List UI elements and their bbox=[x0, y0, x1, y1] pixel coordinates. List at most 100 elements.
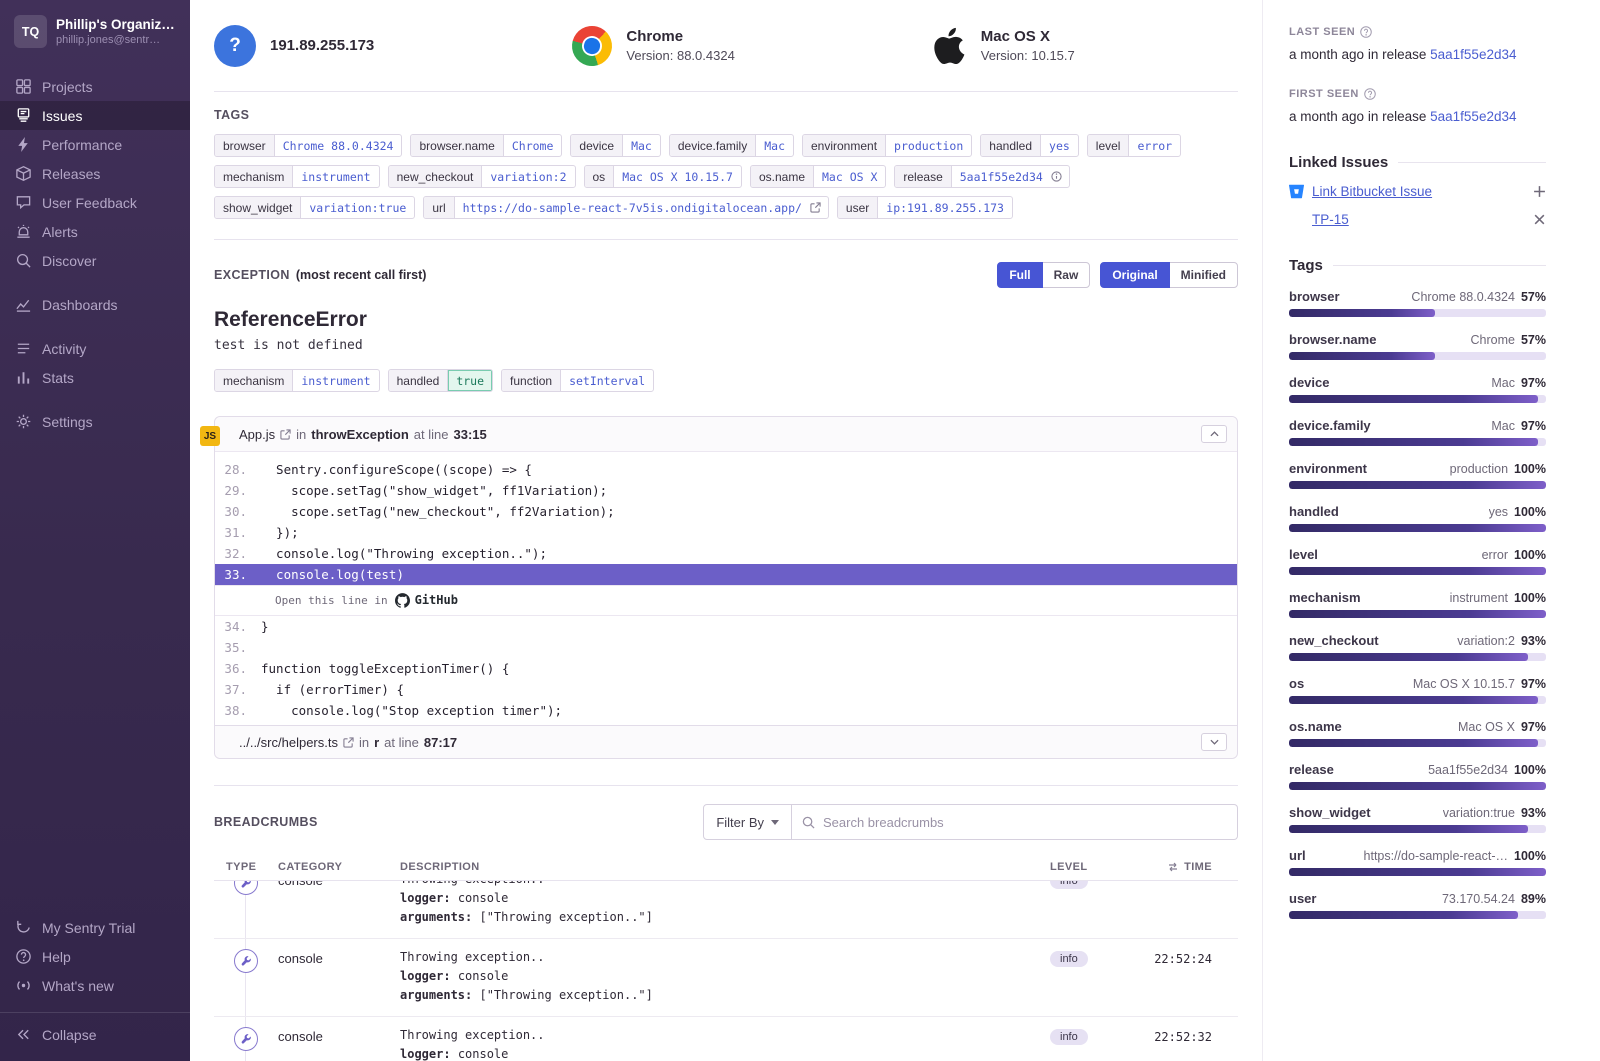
tag-distribution[interactable]: browser.name Chrome 57% bbox=[1289, 332, 1546, 360]
sidebar-nav-item[interactable]: Releases bbox=[0, 159, 190, 188]
line-number: 33. bbox=[215, 564, 261, 585]
sort-icon[interactable] bbox=[1167, 861, 1179, 873]
info-icon[interactable] bbox=[1051, 166, 1069, 187]
org-switcher[interactable]: TQ Phillip's Organiz… phillip.jones@sent… bbox=[0, 0, 190, 60]
logger-value: console bbox=[458, 891, 509, 905]
release-link[interactable]: 5aa1f55e2d34 bbox=[1430, 109, 1516, 124]
code-line: 33. console.log(test) bbox=[215, 564, 1237, 585]
console-icon bbox=[234, 1027, 258, 1051]
tag-bar-fill bbox=[1289, 653, 1528, 661]
tag-distribution-top: environment production 100% bbox=[1289, 461, 1546, 476]
footer-label: Collapse bbox=[42, 1027, 96, 1043]
meta-tag-pill: handled true bbox=[388, 369, 493, 392]
filter-by-dropdown[interactable]: Filter By bbox=[703, 804, 792, 840]
tag-distribution[interactable]: device.family Mac 97% bbox=[1289, 418, 1546, 446]
sidebar-footer-item[interactable]: Collapse bbox=[0, 1012, 190, 1049]
sidebar-nav-item[interactable]: Projects bbox=[0, 72, 190, 101]
logger-value: console bbox=[458, 969, 509, 983]
first-seen-mid: in release bbox=[1368, 109, 1427, 124]
tag-distribution-top: show_widget variation:true 93% bbox=[1289, 805, 1546, 820]
column-time[interactable]: TIME bbox=[1142, 861, 1238, 873]
stack-frame-header[interactable]: App.js in throwException at line 33:15 bbox=[215, 417, 1237, 452]
view-toggle-button[interactable]: Minified bbox=[1169, 262, 1238, 288]
sidebar-footer-item[interactable]: My Sentry Trial bbox=[0, 913, 190, 942]
external-link-icon[interactable] bbox=[810, 197, 828, 218]
arguments-value: ["Throwing exception.."] bbox=[479, 910, 652, 924]
tag-value[interactable]: instrument bbox=[293, 166, 378, 187]
tag-distribution[interactable]: new_checkout variation:2 93% bbox=[1289, 633, 1546, 661]
tag-distribution[interactable]: release 5aa1f55e2d34 100% bbox=[1289, 762, 1546, 790]
breadcrumb-arguments: arguments: ["Throwing exception.."] bbox=[400, 909, 1050, 925]
tag-distribution-top: user 73.170.54.24 89% bbox=[1289, 891, 1546, 906]
tag-top-value: Mac bbox=[1491, 419, 1515, 433]
tag-distribution[interactable]: user 73.170.54.24 89% bbox=[1289, 891, 1546, 919]
breadcrumb-search[interactable] bbox=[792, 804, 1238, 840]
tag-distribution[interactable]: show_widget variation:true 93% bbox=[1289, 805, 1546, 833]
tag-key: os bbox=[585, 166, 615, 187]
tag-bar-track bbox=[1289, 309, 1546, 317]
link-bitbucket-issue[interactable]: Link Bitbucket Issue bbox=[1312, 184, 1432, 199]
tag-value[interactable]: variation:2 bbox=[482, 166, 574, 187]
tag-distribution[interactable]: url https://do-sample-react-… 100% bbox=[1289, 848, 1546, 876]
error-type: ReferenceError bbox=[214, 308, 1238, 332]
tag-value[interactable]: 5aa1f55e2d34 bbox=[952, 166, 1051, 187]
nav-label: Stats bbox=[42, 370, 74, 386]
tag-pill: os.name Mac OS X bbox=[750, 165, 886, 188]
sidebar-nav-item[interactable]: Performance bbox=[0, 130, 190, 159]
tag-value[interactable]: variation:true bbox=[301, 197, 414, 218]
tag-bar-fill bbox=[1289, 567, 1546, 575]
sidebar-nav-item[interactable]: Alerts bbox=[0, 217, 190, 246]
tag-value[interactable]: yes bbox=[1041, 135, 1078, 156]
sidebar-nav-item[interactable]: User Feedback bbox=[0, 188, 190, 217]
app-root: TQ Phillip's Organiz… phillip.jones@sent… bbox=[0, 0, 1600, 1061]
tag-distribution[interactable]: os Mac OS X 10.15.7 97% bbox=[1289, 676, 1546, 704]
sidebar-footer-item[interactable]: Help bbox=[0, 942, 190, 971]
search-input[interactable] bbox=[823, 815, 1227, 830]
expand-frame-button[interactable] bbox=[1201, 733, 1227, 751]
code-line: 34. } bbox=[215, 616, 1237, 637]
tag-percent: 93% bbox=[1521, 634, 1546, 648]
external-link-icon[interactable] bbox=[280, 429, 291, 440]
external-link-icon[interactable] bbox=[343, 737, 354, 748]
view-toggle-button[interactable]: Full bbox=[997, 262, 1042, 288]
tag-value[interactable]: Mac bbox=[623, 135, 660, 156]
sidebar-nav-item[interactable]: Stats bbox=[0, 363, 190, 392]
sidebar-nav-item[interactable]: Issues bbox=[0, 101, 190, 130]
plus-icon[interactable] bbox=[1533, 185, 1546, 198]
tag-value[interactable]: error bbox=[1129, 135, 1180, 156]
tag-distribution[interactable]: handled yes 100% bbox=[1289, 504, 1546, 532]
tag-distribution[interactable]: level error 100% bbox=[1289, 547, 1546, 575]
tag-value[interactable]: Mac OS X bbox=[814, 166, 885, 187]
tag-value[interactable]: Chrome bbox=[504, 135, 562, 156]
tag-value[interactable]: production bbox=[886, 135, 971, 156]
jira-issue-link[interactable]: TP-15 bbox=[1312, 212, 1349, 227]
meta-tag-value: instrument bbox=[293, 370, 378, 391]
view-toggle-button[interactable]: Original bbox=[1100, 262, 1169, 288]
collapsed-stack-frame[interactable]: ../../src/helpers.ts in r at line 87:17 bbox=[215, 725, 1237, 758]
view-toggle-button[interactable]: Raw bbox=[1042, 262, 1091, 288]
sidebar-nav-item[interactable]: Discover bbox=[0, 246, 190, 275]
sidebar-nav-item[interactable]: Activity bbox=[0, 334, 190, 363]
sidebar-footer-item[interactable]: What's new bbox=[0, 971, 190, 1000]
tag-distribution[interactable]: mechanism instrument 100% bbox=[1289, 590, 1546, 618]
sidebar-nav-item[interactable]: Dashboards bbox=[0, 290, 190, 319]
tag-value[interactable]: Chrome 88.0.4324 bbox=[275, 135, 402, 156]
close-icon[interactable] bbox=[1533, 213, 1546, 226]
tag-value[interactable]: Mac OS X 10.15.7 bbox=[614, 166, 741, 187]
release-link[interactable]: 5aa1f55e2d34 bbox=[1430, 47, 1516, 62]
sidebar-nav-item[interactable]: Settings bbox=[0, 407, 190, 436]
tag-distribution[interactable]: device Mac 97% bbox=[1289, 375, 1546, 403]
tag-distribution-top: device.family Mac 97% bbox=[1289, 418, 1546, 433]
tag-value[interactable]: https://do-sample-react-7v5is.ondigitalo… bbox=[455, 197, 810, 218]
frame-filename[interactable]: ../../src/helpers.ts bbox=[239, 735, 338, 750]
tag-value[interactable]: Mac bbox=[756, 135, 793, 156]
column-level: LEVEL bbox=[1050, 861, 1142, 873]
tag-distribution[interactable]: environment production 100% bbox=[1289, 461, 1546, 489]
tag-distribution[interactable]: os.name Mac OS X 97% bbox=[1289, 719, 1546, 747]
github-link[interactable]: GitHub bbox=[395, 590, 458, 611]
collapse-frame-button[interactable] bbox=[1201, 425, 1227, 443]
tag-value[interactable]: ip:191.89.255.173 bbox=[878, 197, 1012, 218]
frame-filename[interactable]: App.js bbox=[239, 427, 275, 442]
tag-top-value: production bbox=[1450, 462, 1508, 476]
tag-distribution[interactable]: browser Chrome 88.0.4324 57% bbox=[1289, 289, 1546, 317]
